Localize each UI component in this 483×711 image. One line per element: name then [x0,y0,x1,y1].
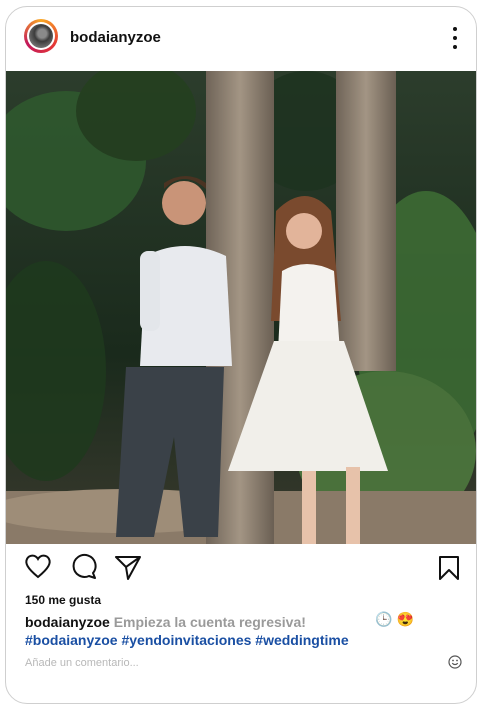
clock-emoji-icon: 🕒 [375,611,393,627]
caption-text: Empieza la cuenta regresiva! [113,614,306,630]
send-paper-plane-icon[interactable] [114,553,142,581]
avatar-photo [29,24,53,48]
caption-emojis: 🕒 😍 [375,611,414,629]
comment-bubble-icon[interactable] [70,553,98,581]
avatar[interactable] [24,19,58,53]
smiley-icon[interactable] [448,655,462,669]
caption-hashtags[interactable]: #bodaianyzoe #yendoinvitaciones #wedding… [25,632,349,648]
bookmark-icon[interactable] [438,555,460,581]
more-options-icon[interactable] [452,27,458,53]
instagram-post-card: bodaianyzoe 150 me gusta bodaianyzoe Emp… [5,6,477,704]
couple-in-forest-photo [6,71,476,544]
post-header: bodaianyzoe [6,7,476,69]
heart-icon[interactable] [24,553,52,579]
comment-input[interactable]: Añade un comentario... [25,657,139,669]
heart-eyes-emoji-icon: 😍 [396,611,415,627]
caption-username[interactable]: bodaianyzoe [25,614,110,630]
more-dot [453,27,457,31]
post-photo[interactable] [6,71,476,544]
more-dot [453,45,457,49]
post-username[interactable]: bodaianyzoe [70,29,161,46]
more-dot [453,36,457,40]
post-actions [6,547,476,587]
avatar-ring-inner [27,22,55,50]
likes-count[interactable]: 150 me gusta [25,593,101,607]
